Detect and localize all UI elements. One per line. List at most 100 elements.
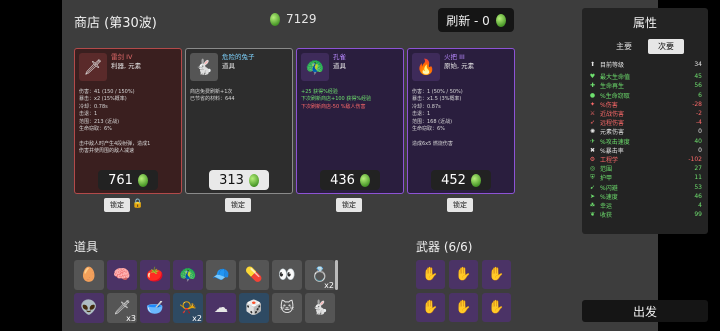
tomato-icon: 🍅 <box>146 267 164 283</box>
inventory-slot[interactable]: 🎲 <box>239 293 269 323</box>
price-value: 452 <box>441 172 466 188</box>
inventory-slot[interactable]: 📯 x2 <box>173 293 203 323</box>
inventory-slot[interactable]: 💊 <box>239 260 269 290</box>
stat-value: 27 <box>694 165 702 173</box>
buy-button-4[interactable]: 452 <box>431 170 491 190</box>
description-line: 下次刷新商店+100 获得%经验 <box>301 96 372 103</box>
stat-row[interactable]: ☘ 幸运 4 <box>588 201 702 210</box>
stat-value: 11 <box>694 174 702 182</box>
rabbit-icon: 🐇 <box>190 53 218 81</box>
description-line <box>79 133 177 140</box>
egg-icon: 🥚 <box>80 267 98 283</box>
tab-secondary[interactable]: 次要 <box>648 39 684 54</box>
stat-row[interactable]: ➤ %速度 46 <box>588 192 702 201</box>
dice-icon: 🎲 <box>245 300 263 316</box>
description-line: 范围：168 (近战) <box>412 118 453 125</box>
lock-button-2[interactable]: 锁定 <box>225 198 251 212</box>
inventory-slot[interactable]: 🦚 <box>173 260 203 290</box>
items-scrollbar[interactable] <box>335 260 338 290</box>
armor-icon: ⛨ <box>590 173 595 181</box>
stat-row[interactable]: ✖ %暴击率 0 <box>588 146 702 155</box>
crit-icon: ✖ <box>589 146 596 154</box>
description-line: 生命窃取：6% <box>412 126 445 133</box>
lifesteal-icon: ● <box>589 91 596 99</box>
stat-row[interactable]: ⚔ 近战伤害 -2 <box>588 109 702 118</box>
description-line: 击退：1 <box>79 111 98 118</box>
attack-speed-icon: ✈ <box>589 137 596 145</box>
item-name: 雷剑 IV <box>111 53 133 61</box>
stat-row[interactable]: ◎ 范围 27 <box>588 164 702 173</box>
description-line: 生命窃取：6% <box>79 126 112 133</box>
stat-row[interactable]: ● %生命窃取 6 <box>588 91 702 100</box>
weapon-slot[interactable]: ✋ <box>482 260 511 289</box>
cloud-icon: ☁ <box>214 300 228 316</box>
material-icon <box>359 173 370 187</box>
stat-value: 34 <box>694 61 702 69</box>
material-icon <box>495 13 506 27</box>
inventory-slot[interactable]: 🥣 <box>140 293 170 323</box>
inventory-slot[interactable]: 🧢 <box>206 260 236 290</box>
weapon-slot[interactable]: ✋ <box>449 260 478 289</box>
stat-value: 53 <box>694 183 702 191</box>
stat-label: %闪避 <box>600 184 618 192</box>
harvest-icon: ❦ <box>589 211 596 219</box>
lock-button-3[interactable]: 锁定 <box>336 198 362 212</box>
weapon-slot[interactable]: ✋ <box>482 293 511 322</box>
inventory-slot[interactable]: 🥚 <box>74 260 104 290</box>
description-line: 暴击：x2 (15%概率) <box>79 96 127 103</box>
lock-button-1[interactable]: 锁定 <box>104 198 130 212</box>
buy-button-1[interactable]: 761 <box>98 170 158 190</box>
buy-button-3[interactable]: 436 <box>320 170 380 190</box>
weapon-slot[interactable]: ✋ <box>449 293 478 322</box>
ranged-icon: ➶ <box>589 119 596 127</box>
weapon-slot[interactable]: ✋ <box>416 293 445 322</box>
stat-label: %速度 <box>600 193 618 201</box>
materials-counter: 7129 <box>270 12 317 26</box>
stat-value: 45 <box>694 73 702 81</box>
stat-label: 目前等级 <box>600 62 625 70</box>
game-screen: 商店 (第30波) 7129 刷新 - 0 🗡 雷剑 IV 利器, 元素 伤害：4… <box>0 0 720 331</box>
stat-row[interactable]: ➶ 远程伤害 -4 <box>588 118 702 127</box>
stat-label: 元素伤害 <box>600 129 625 137</box>
stat-row[interactable]: ♥ 最大生命值 45 <box>588 72 702 81</box>
inventory-slot[interactable]: 🐱 <box>272 293 302 323</box>
inventory-slot[interactable]: 🐇 <box>305 293 335 323</box>
tab-main[interactable]: 主要 <box>606 39 642 54</box>
stat-row[interactable]: ✚ 生命再生 56 <box>588 81 702 90</box>
stat-row[interactable]: ✦ %伤害 -28 <box>588 100 702 109</box>
refresh-button[interactable]: 刷新 - 0 <box>438 8 514 32</box>
weapon-slot[interactable]: ✋ <box>416 260 445 289</box>
stat-label: 护甲 <box>600 175 613 183</box>
luck-icon: ☘ <box>589 201 596 209</box>
lock-button-4[interactable]: 锁定 <box>447 198 473 212</box>
stat-row[interactable]: ➹ %闪避 53 <box>588 182 702 192</box>
description-line <box>412 133 510 140</box>
inventory-slot[interactable]: 👀 <box>272 260 302 290</box>
inventory-slot[interactable]: 💍 x2 <box>305 260 335 290</box>
description-line: 伤害并使周围的敌人减速 <box>79 148 135 155</box>
inventory-slot[interactable]: 🍅 <box>140 260 170 290</box>
materials-value: 7129 <box>286 12 317 26</box>
stat-row[interactable]: ✺ 元素伤害 0 <box>588 127 702 136</box>
sword-icon: 🗡 <box>79 53 107 81</box>
stat-row[interactable]: ✈ %攻击速度 40 <box>588 137 702 146</box>
inventory-slot[interactable]: 🗡 x3 <box>107 293 137 323</box>
hand-icon: ✋ <box>422 267 439 282</box>
inventory-slot[interactable]: 👽 <box>74 293 104 323</box>
stat-value: -4 <box>696 119 702 127</box>
pill-icon: 💊 <box>245 267 263 283</box>
stat-row[interactable]: ⚙ 工程学 -102 <box>588 155 702 164</box>
material-icon <box>470 173 481 187</box>
stat-value: 56 <box>694 82 702 90</box>
stat-row[interactable]: ⬆ 目前等级 34 <box>588 60 702 69</box>
stat-row[interactable]: ❦ 收获 99 <box>588 210 702 219</box>
weapons-grid: ✋ ✋ ✋ ✋ ✋ ✋ <box>416 260 511 322</box>
item-quantity: x2 <box>192 314 202 323</box>
buy-button-2[interactable]: 313 <box>209 170 269 190</box>
inventory-slot[interactable]: ☁ <box>206 293 236 323</box>
damage-icon: ✦ <box>589 100 596 108</box>
go-button[interactable]: 出发 <box>582 300 708 322</box>
stat-label: 工程学 <box>600 156 619 164</box>
inventory-slot[interactable]: 🧠 <box>107 260 137 290</box>
stat-row[interactable]: ⛨ 护甲 11 <box>588 173 702 183</box>
